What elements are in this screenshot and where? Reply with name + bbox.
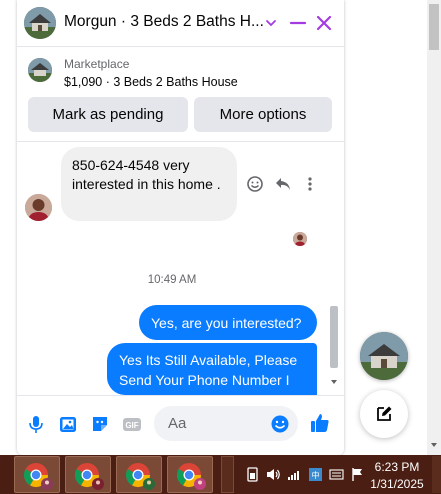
clock-date[interactable]: 1/31/2025 xyxy=(368,477,426,491)
window-scrollbar-thumb[interactable] xyxy=(429,4,439,50)
chrome-icon xyxy=(176,463,206,490)
taskbar-chrome-button[interactable] xyxy=(116,456,162,493)
keyboard-icon[interactable] xyxy=(328,466,345,483)
close-icon[interactable] xyxy=(315,14,333,32)
chat-header[interactable]: Morgun · 3 Beds 2 Baths H... xyxy=(17,0,344,47)
taskbar-chrome-button[interactable] xyxy=(167,456,213,493)
chat-head-avatar[interactable] xyxy=(360,332,408,380)
listing-title[interactable]: $1,090 · 3 Beds 2 Baths House xyxy=(64,75,238,89)
chrome-icon xyxy=(74,463,104,490)
more-icon[interactable] xyxy=(304,175,316,193)
react-emoji-icon[interactable] xyxy=(246,175,264,193)
chrome-icon xyxy=(125,463,155,490)
chat-window: Morgun · 3 Beds 2 Baths H... Marketplace… xyxy=(17,0,344,455)
more-options-button[interactable]: More options xyxy=(194,97,332,132)
compose-icon xyxy=(377,406,392,421)
clock-time[interactable]: 6:23 PM xyxy=(374,460,420,474)
listing-thumbnail[interactable] xyxy=(28,58,52,82)
window-scrollbar[interactable] xyxy=(427,0,441,455)
sent-message[interactable]: Yes, are you interested? xyxy=(139,305,317,340)
chevron-down-icon[interactable] xyxy=(264,16,278,30)
gif-icon[interactable]: GIF xyxy=(121,413,143,435)
reply-icon[interactable] xyxy=(274,175,292,193)
seen-indicator-avatar xyxy=(293,232,307,246)
sent-message[interactable]: Yes Its Still Available, Please Send You… xyxy=(107,343,317,395)
volume-icon[interactable] xyxy=(265,466,282,483)
battery-icon[interactable] xyxy=(244,466,261,483)
like-icon[interactable] xyxy=(308,411,332,435)
taskbar-overflow-button[interactable] xyxy=(221,456,234,493)
minimize-icon[interactable] xyxy=(289,14,307,32)
microphone-icon[interactable] xyxy=(25,413,47,435)
marketplace-label: Marketplace xyxy=(64,57,130,71)
sender-avatar[interactable] xyxy=(25,194,52,221)
photo-icon[interactable] xyxy=(57,413,79,435)
flag-icon[interactable] xyxy=(349,466,366,483)
message-scrollbar-thumb[interactable] xyxy=(330,306,338,368)
new-message-button[interactable] xyxy=(360,390,408,438)
sticker-icon[interactable] xyxy=(89,413,111,435)
divider xyxy=(17,141,344,142)
network-signal-icon[interactable] xyxy=(286,466,303,483)
window-scroll-down-icon[interactable] xyxy=(429,440,439,450)
composer-divider xyxy=(17,395,344,396)
svg-text:中: 中 xyxy=(312,470,320,480)
system-tray: 中 xyxy=(244,461,366,487)
taskbar-chrome-button[interactable] xyxy=(65,456,111,493)
taskbar-chrome-button[interactable] xyxy=(14,456,60,493)
conversation-title[interactable]: Morgun · 3 Beds 2 Baths H... xyxy=(64,13,264,31)
mark-as-pending-button[interactable]: Mark as pending xyxy=(28,97,188,132)
emoji-icon[interactable] xyxy=(270,414,290,434)
message-timestamp: 10:49 AM xyxy=(147,274,197,286)
scroll-down-arrow-icon[interactable] xyxy=(329,377,339,387)
received-message[interactable]: 850-624-4548 very interested in this hom… xyxy=(61,147,237,221)
chrome-icon xyxy=(23,463,53,490)
show-desktop-button[interactable] xyxy=(432,456,441,493)
language-icon[interactable]: 中 xyxy=(307,466,324,483)
conversation-avatar[interactable] xyxy=(24,7,56,39)
svg-text:GIF: GIF xyxy=(125,421,138,430)
